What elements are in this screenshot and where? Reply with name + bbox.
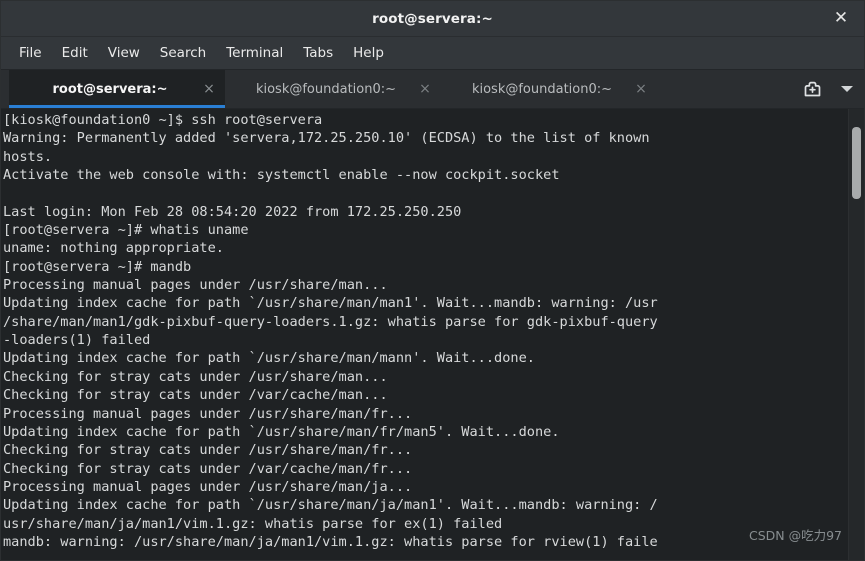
tab-kiosk-foundation0-1[interactable]: kiosk@foundation0:~ × bbox=[225, 70, 441, 108]
tab-kiosk-foundation0-2[interactable]: kiosk@foundation0:~ × bbox=[441, 70, 657, 108]
terminal-window: root@servera:~ ✕ File Edit View Search T… bbox=[0, 0, 865, 561]
tab-bar-spacer bbox=[657, 70, 794, 108]
terminal-line: Checking for stray cats under /var/cache… bbox=[3, 387, 388, 404]
terminal-line: Updating index cache for path `/usr/shar… bbox=[3, 295, 658, 312]
terminal-line: usr/share/man/ja/man1/vim.1.gz: whatis p… bbox=[3, 515, 503, 532]
terminal-line: uname: nothing appropriate. bbox=[3, 240, 224, 257]
tab-root-servera[interactable]: root@servera:~ × bbox=[9, 70, 225, 108]
tab-bar: root@servera:~ × kiosk@foundation0:~ × k… bbox=[1, 70, 864, 109]
terminal-line: hosts. bbox=[3, 148, 53, 165]
terminal-line: Last login: Mon Feb 28 08:54:20 2022 fro… bbox=[3, 203, 462, 220]
tab-close-icon[interactable]: × bbox=[415, 79, 435, 99]
terminal-line: -loaders(1) failed bbox=[3, 332, 151, 349]
terminal-scrollbar[interactable] bbox=[848, 109, 864, 560]
terminal-line: [root@servera ~]# whatis uname bbox=[3, 222, 249, 239]
terminal-line: Checking for stray cats under /usr/share… bbox=[3, 442, 413, 459]
window-title: root@servera:~ bbox=[372, 10, 493, 27]
terminal-line: Updating index cache for path `/usr/shar… bbox=[3, 497, 658, 514]
terminal-line: Warning: Permanently added 'servera,172.… bbox=[3, 130, 650, 147]
menu-item-file[interactable]: File bbox=[9, 42, 52, 64]
terminal-area: [kiosk@foundation0 ~]$ ssh root@servera W… bbox=[1, 109, 864, 560]
close-icon[interactable]: ✕ bbox=[830, 8, 852, 30]
scrollbar-thumb[interactable] bbox=[852, 127, 861, 199]
tab-close-icon[interactable]: × bbox=[199, 79, 219, 99]
terminal-line: Checking for stray cats under /usr/share… bbox=[3, 368, 388, 385]
chevron-glyph bbox=[841, 86, 853, 92]
menu-bar: File Edit View Search Terminal Tabs Help bbox=[1, 37, 864, 70]
menu-item-tabs[interactable]: Tabs bbox=[293, 42, 343, 64]
terminal-line: mandb: warning: /usr/share/man/ja/man1/v… bbox=[3, 533, 658, 550]
title-bar: root@servera:~ ✕ bbox=[1, 1, 864, 37]
menu-item-edit[interactable]: Edit bbox=[52, 42, 98, 64]
new-tab-icon[interactable] bbox=[794, 70, 830, 108]
tab-label: kiosk@foundation0:~ bbox=[255, 81, 397, 97]
chevron-down-icon[interactable] bbox=[830, 70, 864, 108]
terminal-line: [root@servera ~]# mandb bbox=[3, 258, 192, 275]
menu-item-search[interactable]: Search bbox=[150, 42, 216, 64]
menu-item-terminal[interactable]: Terminal bbox=[216, 42, 293, 64]
terminal-line: Processing manual pages under /usr/share… bbox=[3, 277, 388, 294]
terminal-line: [kiosk@foundation0 ~]$ ssh root@servera bbox=[3, 112, 323, 128]
terminal-line: Processing manual pages under /usr/share… bbox=[3, 405, 413, 422]
terminal-line: Updating index cache for path `/usr/shar… bbox=[3, 423, 560, 440]
terminal-line: Processing manual pages under /usr/share… bbox=[3, 478, 413, 495]
tab-label: root@servera:~ bbox=[52, 81, 168, 97]
terminal-line: Updating index cache for path `/usr/shar… bbox=[3, 350, 535, 367]
menu-item-help[interactable]: Help bbox=[343, 42, 394, 64]
tab-label: kiosk@foundation0:~ bbox=[471, 81, 613, 97]
tab-close-icon[interactable]: × bbox=[631, 79, 651, 99]
terminal-line: Checking for stray cats under /var/cache… bbox=[3, 460, 413, 477]
terminal-line: Activate the web console with: systemctl… bbox=[3, 167, 560, 184]
menu-item-view[interactable]: View bbox=[98, 42, 150, 64]
terminal-line: /share/man/man1/gdk-pixbuf-query-loaders… bbox=[3, 313, 658, 330]
terminal-output[interactable]: [kiosk@foundation0 ~]$ ssh root@servera W… bbox=[1, 109, 848, 560]
